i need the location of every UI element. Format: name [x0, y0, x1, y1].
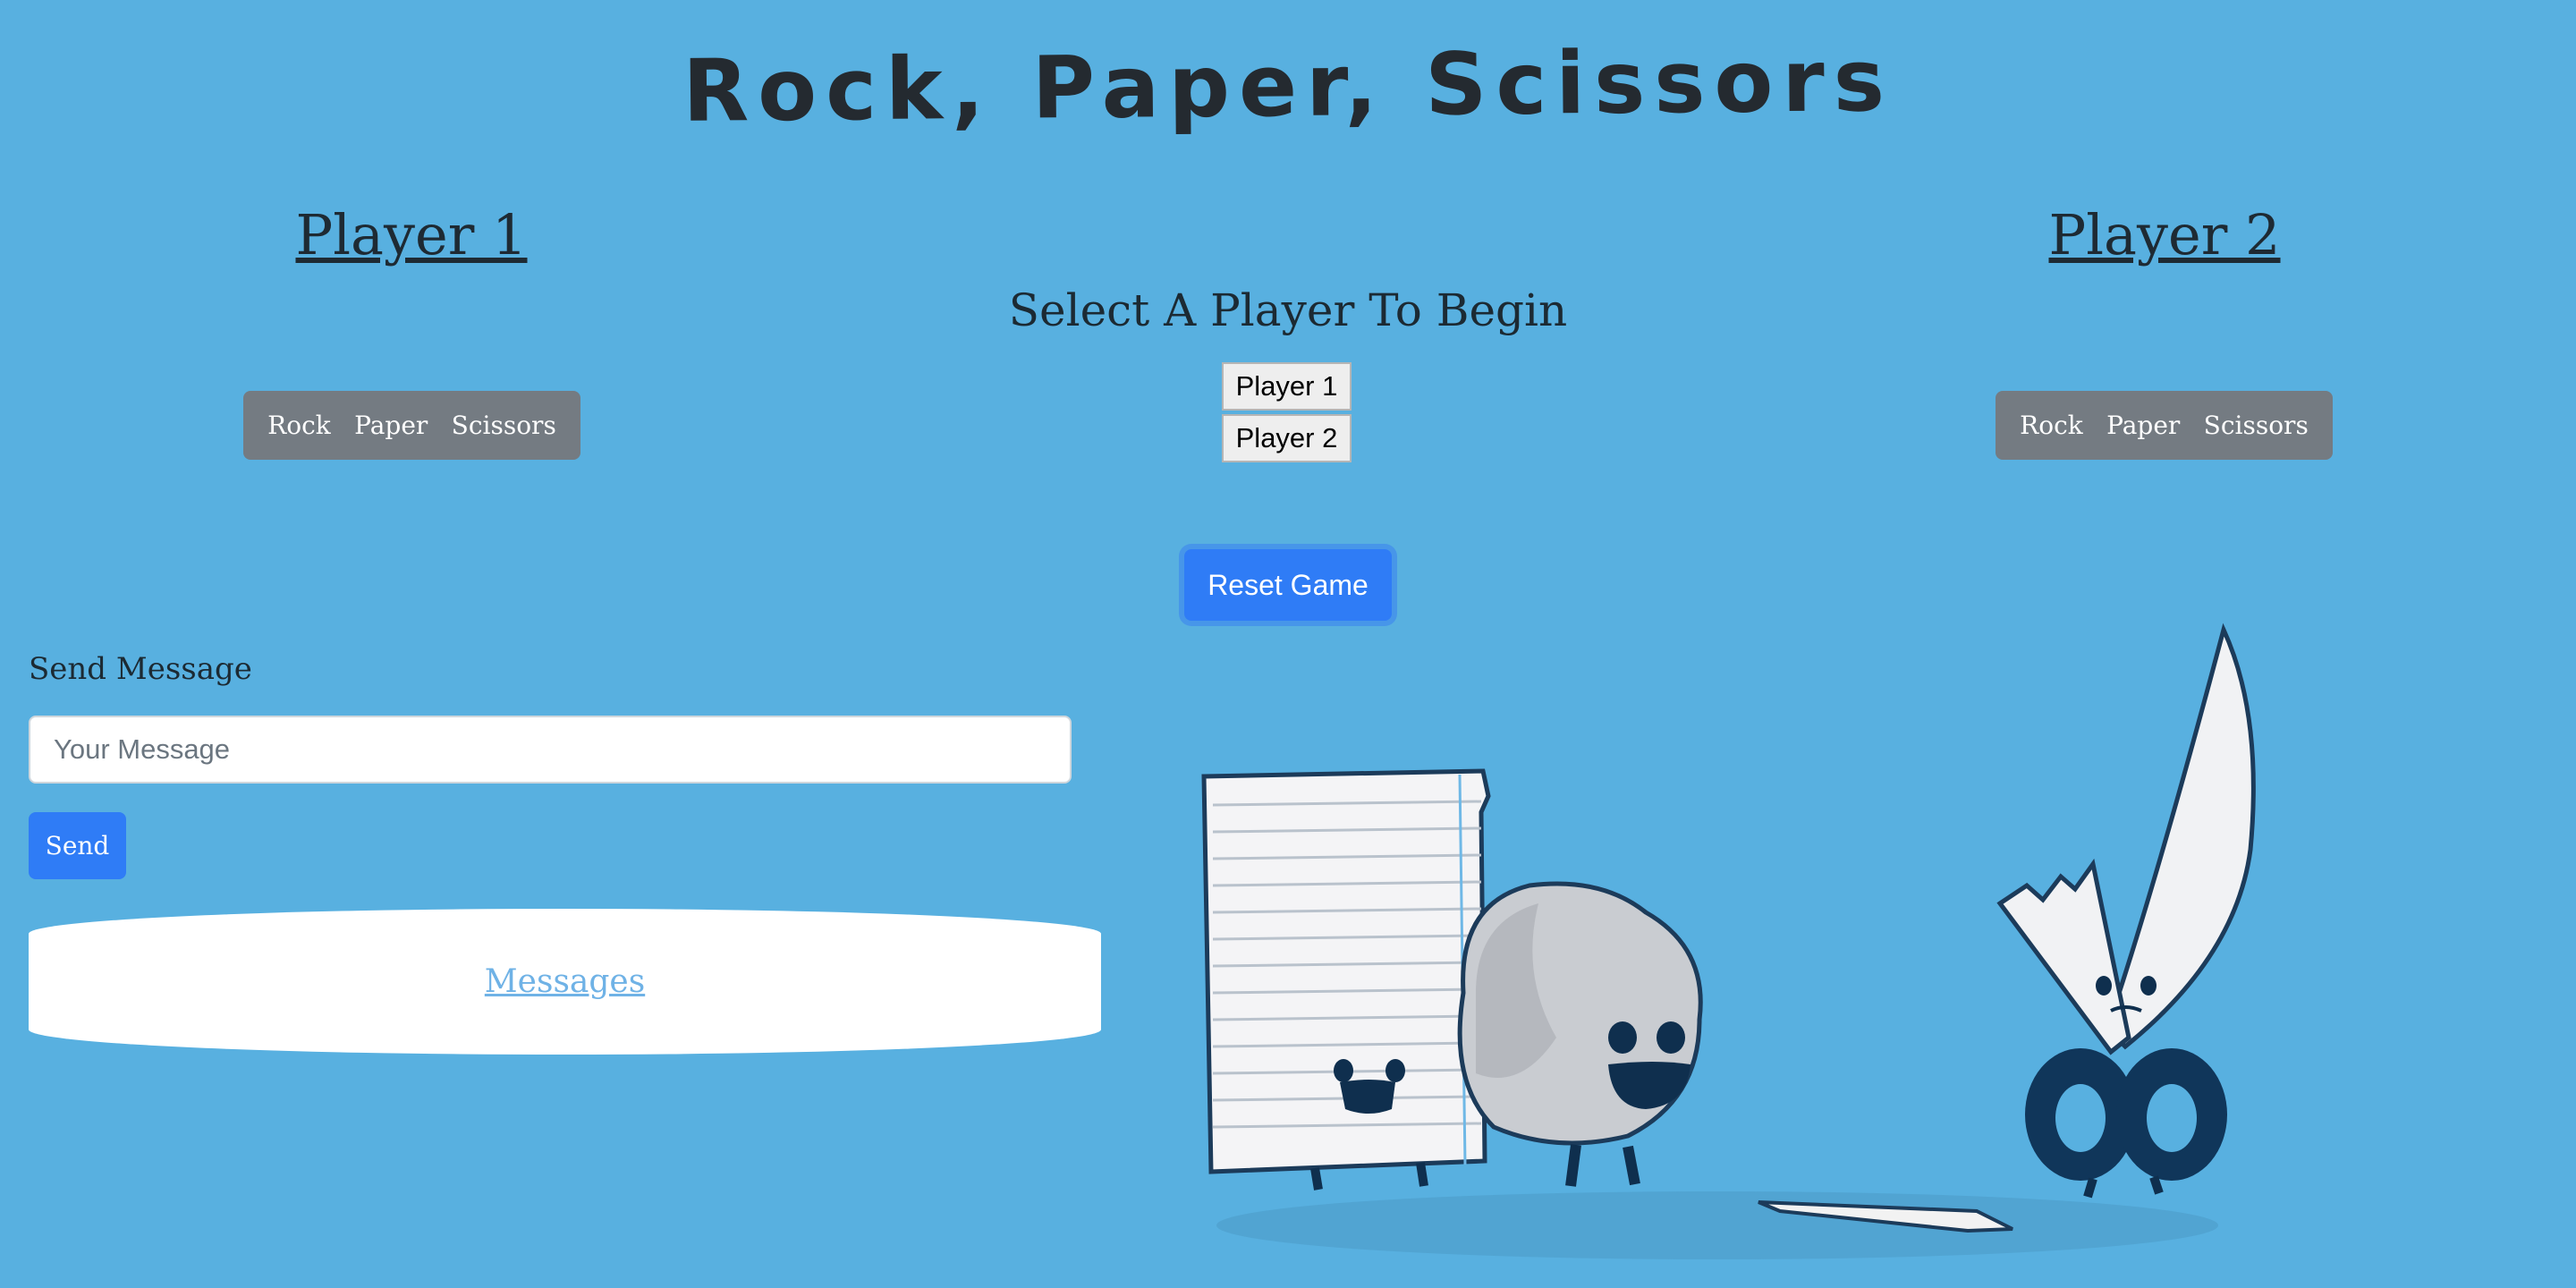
player2-rock-button[interactable]: Rock [2011, 411, 2092, 440]
status-message: Select A Player To Begin [1008, 284, 1568, 336]
player1-scissors-button[interactable]: Scissors [443, 411, 565, 440]
select-player2-button[interactable]: Player 2 [1222, 414, 1352, 462]
send-button[interactable]: Send [29, 812, 126, 879]
player1-paper-button[interactable]: Paper [345, 411, 436, 440]
rock-character-icon [1457, 881, 1703, 1187]
player2-scissors-button[interactable]: Scissors [2195, 411, 2318, 440]
rock-paper-scissors-illustration [1181, 617, 2263, 1261]
send-message-label: Send Message [29, 651, 252, 687]
player2-choice-group: Rock Paper Scissors [1996, 391, 2333, 460]
select-player1-button[interactable]: Player 1 [1222, 362, 1352, 411]
game-title: Rock, Paper, Scissors [682, 30, 1894, 141]
message-input[interactable] [29, 716, 1072, 784]
messages-link[interactable]: Messages [485, 963, 645, 1000]
player1-choice-group: Rock Paper Scissors [243, 391, 580, 460]
scissors-character-icon [1996, 623, 2256, 1199]
reset-game-button[interactable]: Reset Game [1184, 549, 1392, 621]
player1-rock-button[interactable]: Rock [258, 411, 340, 440]
messages-panel: Messages [29, 909, 1101, 1055]
player1-heading: Player 1 [295, 202, 528, 267]
player2-paper-button[interactable]: Paper [2097, 411, 2189, 440]
player2-heading: Player 2 [2048, 202, 2281, 267]
paper-character-icon [1201, 768, 1491, 1191]
